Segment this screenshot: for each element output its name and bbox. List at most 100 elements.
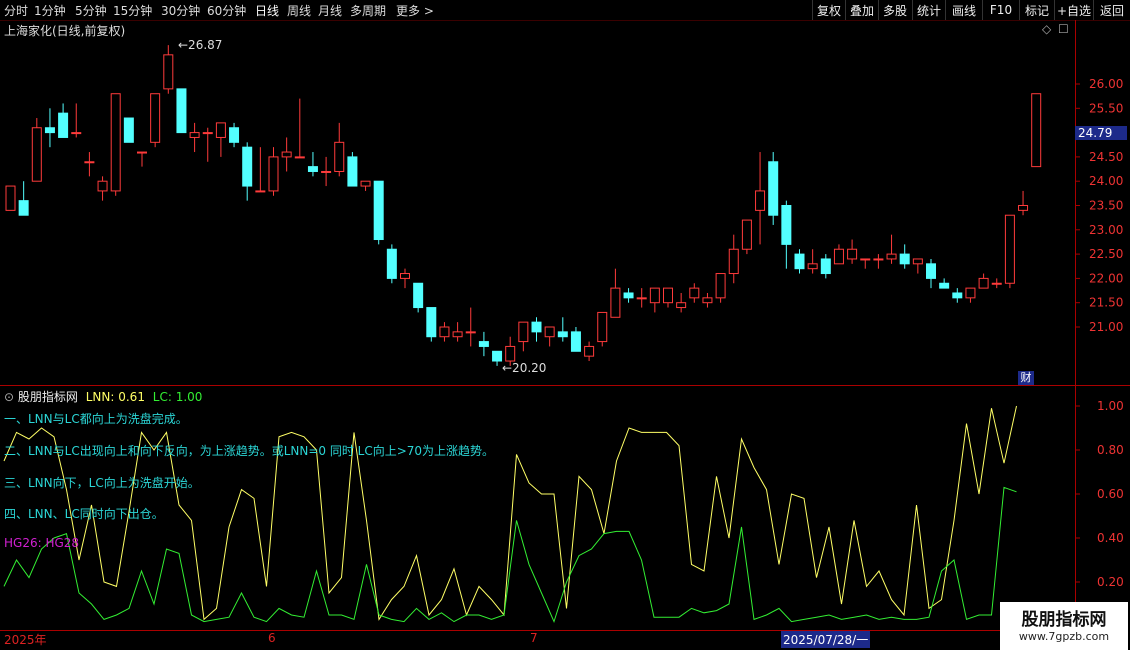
- candle-body: [978, 277, 989, 289]
- candle: [926, 258, 936, 289]
- date-label-june: 6: [268, 631, 276, 645]
- candle: [978, 273, 989, 289]
- candle-body: [294, 156, 305, 159]
- candle-body: [176, 88, 187, 134]
- candle: [820, 254, 831, 279]
- candle-body: [426, 307, 437, 338]
- candle: [584, 341, 595, 362]
- candle-body: [663, 287, 673, 304]
- price-tick-label: 23.50: [1089, 199, 1123, 213]
- candle-body: [321, 170, 332, 173]
- indicator-note-1: 一、LNN与LC都向上为洗盘完成。: [4, 412, 188, 426]
- candle-body: [781, 205, 792, 245]
- candle: [229, 122, 240, 148]
- candle-body: [150, 93, 161, 143]
- candle-body: [820, 258, 831, 275]
- candle: [623, 288, 634, 303]
- candle: [544, 326, 555, 347]
- price-tick-label: 26.00: [1089, 77, 1123, 91]
- price-tick-label: 23.00: [1089, 223, 1123, 237]
- price-tick-label: 22.50: [1089, 247, 1123, 261]
- candle: [347, 152, 358, 187]
- candle-body: [623, 292, 634, 299]
- candle-body: [649, 287, 660, 304]
- candle-body: [505, 345, 516, 362]
- candle-body: [97, 180, 108, 192]
- candle: [531, 317, 542, 342]
- high-label: ←26.87: [178, 38, 222, 52]
- candle: [1018, 190, 1029, 216]
- candle: [518, 321, 529, 352]
- candle: [952, 288, 963, 303]
- candle-body: [360, 180, 371, 187]
- candle: [176, 88, 187, 134]
- candle: [307, 152, 318, 177]
- selected-date: 2025/07/28/一: [781, 631, 871, 648]
- candle-body: [584, 345, 595, 357]
- indicator-note-2: 二、LNN与LC出现向上和向下反向，为上涨趋势。或LNN=0 同时 LC向上>7…: [4, 444, 495, 458]
- candle-body: [202, 132, 213, 135]
- indicator-tick-label: 1.00: [1097, 399, 1124, 413]
- candle: [281, 137, 292, 172]
- candle: [84, 152, 95, 177]
- candle-body: [531, 321, 542, 333]
- candle: [255, 147, 266, 193]
- candle-body: [636, 297, 647, 300]
- candle-body: [715, 273, 726, 299]
- finance-button[interactable]: 财: [1018, 371, 1034, 385]
- candle-body: [123, 117, 134, 143]
- candle: [123, 117, 134, 143]
- candle-body: [860, 258, 871, 261]
- candlestick-chart[interactable]: ←26.87 ←20.20: [0, 0, 1075, 386]
- candle-body: [1018, 205, 1029, 211]
- candle: [610, 268, 621, 318]
- candle: [426, 307, 437, 342]
- candle: [847, 239, 858, 264]
- candle: [110, 93, 121, 196]
- indicator-tick-label: 0.60: [1097, 487, 1124, 501]
- candle: [71, 103, 82, 138]
- candle-body: [281, 151, 292, 158]
- candle: [150, 93, 161, 148]
- candle: [189, 122, 200, 153]
- candle-body: [557, 331, 568, 338]
- candle-body: [899, 253, 910, 265]
- candle: [676, 292, 687, 313]
- candle-body: [847, 248, 858, 260]
- candle: [97, 176, 108, 201]
- candle: [899, 244, 910, 269]
- candle-body: [689, 287, 700, 299]
- candle: [386, 244, 397, 284]
- candle: [334, 122, 345, 177]
- indicator-tick-label: 0.80: [1097, 443, 1124, 457]
- candle-body: [215, 122, 226, 138]
- candle: [912, 258, 923, 274]
- candle: [268, 147, 279, 196]
- candle-body: [833, 248, 844, 265]
- indicator-axis: 1.00 0.80 0.60 0.40 0.20: [1075, 399, 1124, 589]
- candle-body: [886, 253, 897, 260]
- candle-body: [755, 190, 766, 211]
- candle: [833, 244, 844, 265]
- candle: [939, 278, 950, 289]
- low-label: ←20.20: [502, 361, 546, 375]
- candle-body: [465, 331, 476, 334]
- candle-body: [492, 350, 503, 362]
- candle-body: [991, 282, 1002, 285]
- candle-body: [268, 156, 279, 192]
- candle: [400, 268, 410, 289]
- candle: [781, 200, 792, 269]
- candle: [794, 249, 805, 274]
- candle-body: [597, 311, 608, 343]
- candle-body: [1004, 214, 1015, 284]
- candle-body: [939, 282, 950, 289]
- candle: [478, 331, 489, 357]
- watermark-url: www.7gpzb.com: [1018, 630, 1110, 643]
- candle-body: [255, 190, 266, 193]
- candle: [768, 152, 779, 225]
- hg-label: HG26: HG28: [4, 536, 80, 550]
- candle-body: [794, 253, 805, 270]
- candle-body: [1031, 93, 1042, 168]
- price-tick-label: 24.00: [1089, 174, 1123, 188]
- candle-body: [873, 258, 884, 261]
